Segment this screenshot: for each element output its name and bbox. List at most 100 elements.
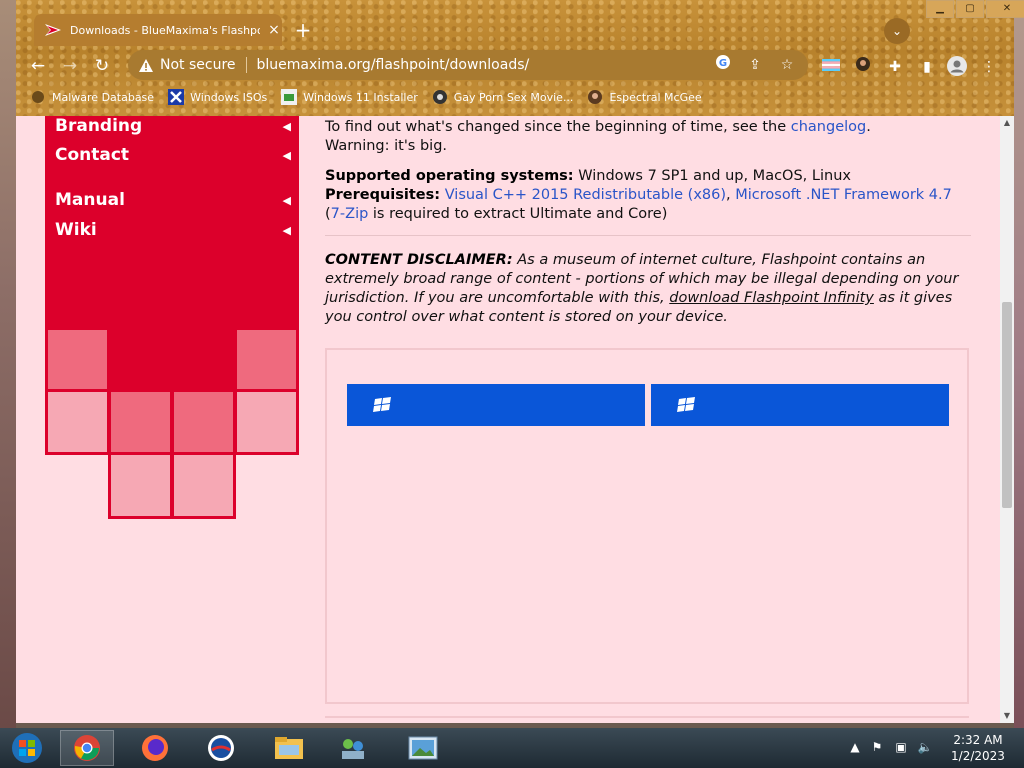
sidebar-item-contact[interactable]: Contact ◀ <box>55 142 291 168</box>
bookmark-espectral-mcgee[interactable]: Espectral McGee <box>587 89 702 105</box>
back-arrow-icon[interactable]: ← <box>26 54 50 78</box>
page-scrollbar[interactable]: ▲ ▼ <box>1000 116 1014 723</box>
forward-arrow-icon[interactable]: → <box>58 54 82 78</box>
scroll-down-icon[interactable]: ▼ <box>1000 709 1014 723</box>
avatar-icon <box>587 89 603 105</box>
logo-mosaic-tile <box>234 389 299 455</box>
supported-os-value: Windows 7 SP1 and up, MacOS, Linux <box>573 168 851 184</box>
new-tab-icon[interactable]: + <box>292 20 314 42</box>
disclaimer-label: CONTENT DISCLAIMER: <box>325 252 513 268</box>
network-icon[interactable]: ▣ <box>892 738 910 756</box>
logo-mosaic-tile <box>171 452 236 519</box>
flashpoint-favicon-icon <box>44 21 62 39</box>
bookmark-malware-database[interactable]: Malware Database <box>30 89 154 105</box>
taskbar-network-app[interactable] <box>326 730 380 766</box>
kebab-menu-icon[interactable]: ⋮ <box>978 56 1000 78</box>
installer-icon <box>281 89 298 105</box>
globe-app-icon <box>208 735 234 761</box>
logo-mosaic-tile <box>234 327 299 392</box>
chevron-left-icon: ◀ <box>282 193 291 207</box>
flashpoint-infinity-link[interactable]: download Flashpoint Infinity <box>669 290 874 306</box>
sidebar-item-label: Branding <box>55 116 143 136</box>
sidebar-item-manual[interactable]: Manual ◀ <box>55 187 291 213</box>
vcredist-link[interactable]: Visual C++ 2015 Redistributable (x86) <box>445 187 726 203</box>
taskbar-app-circle[interactable] <box>194 730 248 766</box>
address-bar[interactable]: Not secure bluemaxima.org/flashpoint/dow… <box>128 50 808 80</box>
changelog-text: To find out what's changed since the beg… <box>325 119 791 135</box>
tab-search-icon[interactable]: ⌄ <box>884 18 910 44</box>
profile-avatar-icon[interactable] <box>946 56 968 78</box>
download-windows-button-2[interactable] <box>651 384 949 426</box>
taskbar-clock[interactable]: 2:32 AM 1/2/2023 <box>942 732 1014 764</box>
supported-os-label: Supported operating systems: <box>325 168 574 184</box>
prerequisites-label: Prerequisites: <box>325 187 441 203</box>
film-icon <box>432 89 448 105</box>
page-viewport: Branding ◀ Contact ◀ Manual ◀ Wiki ◀ To … <box>16 116 1000 723</box>
maximize-button[interactable]: ▢ <box>956 0 984 18</box>
url-text[interactable]: bluemaxima.org/flashpoint/downloads/ <box>257 57 712 73</box>
browser-chrome: Downloads - BlueMaxima's Flashpoint × + … <box>16 0 1024 116</box>
bookmark-star-icon[interactable]: ☆ <box>776 54 798 76</box>
changelog-paragraph: To find out what's changed since the beg… <box>325 118 971 156</box>
desktop-background-right <box>1014 0 1024 728</box>
tab-close-icon[interactable]: × <box>266 22 282 38</box>
share-icon[interactable]: ⇪ <box>744 54 766 76</box>
7zip-link[interactable]: 7-Zip <box>331 206 369 222</box>
sidebar-item-label: Manual <box>55 190 125 210</box>
network-people-icon <box>342 739 364 759</box>
desktop-background-left <box>0 0 16 728</box>
svg-text:G: G <box>719 58 727 69</box>
chrome-icon <box>74 735 100 761</box>
window-controls: ▁ ▢ ✕ <box>924 0 1024 18</box>
bookmark-windows-11-installer[interactable]: Windows 11 Installer <box>281 89 418 105</box>
scrollbar-thumb[interactable] <box>1002 302 1012 508</box>
minimize-button[interactable]: ▁ <box>926 0 954 18</box>
taskbar-firefox[interactable] <box>128 730 182 766</box>
logo-mosaic-tile <box>45 389 110 455</box>
action-center-flag-icon[interactable]: ⚑ <box>868 738 886 756</box>
start-orb-icon <box>12 733 42 763</box>
bookmark-label: Windows ISOs <box>190 90 268 104</box>
section-divider <box>325 235 971 236</box>
warning-triangle-icon[interactable] <box>138 57 154 73</box>
main-content: To find out what's changed since the beg… <box>325 116 971 327</box>
download-windows-button-1[interactable] <box>347 384 645 426</box>
bookmark-label: Windows 11 Installer <box>303 90 418 104</box>
tab-title: Downloads - BlueMaxima's Flashpoint <box>70 23 260 37</box>
start-button[interactable] <box>0 730 54 766</box>
windows-logo-icon <box>677 397 695 412</box>
close-window-button[interactable]: ✕ <box>986 0 1024 18</box>
browser-tab[interactable]: Downloads - BlueMaxima's Flashpoint × <box>34 14 282 46</box>
reload-icon[interactable]: ↻ <box>90 54 114 78</box>
navigation-bar: ← → ↻ Not secure bluemaxima.org/flashpoi… <box>16 48 1014 82</box>
logo-mosaic-tile <box>171 389 236 455</box>
extensions-puzzle-icon[interactable]: ✚ <box>884 56 906 78</box>
security-label[interactable]: Not secure <box>160 57 236 73</box>
taskbar-file-explorer[interactable] <box>262 730 316 766</box>
sidebar-item-branding[interactable]: Branding ◀ <box>55 116 291 139</box>
scroll-up-icon[interactable]: ▲ <box>1000 116 1014 130</box>
side-panel-icon[interactable]: ▮ <box>916 56 938 78</box>
taskbar-image-viewer[interactable] <box>396 730 450 766</box>
bookmark-label: Malware Database <box>52 90 155 104</box>
extension-flag-icon[interactable] <box>820 56 842 78</box>
extension-avatar-icon[interactable] <box>852 56 874 78</box>
tray-chevron-icon[interactable]: ▲ <box>846 738 864 756</box>
logo-mosaic-tile <box>45 327 110 392</box>
panel-bottom-divider <box>325 716 969 718</box>
bookmark-windows-isos[interactable]: Windows ISOs <box>168 89 267 105</box>
changelog-link[interactable]: changelog <box>791 119 866 135</box>
sidebar-item-wiki[interactable]: Wiki ◀ <box>55 217 291 243</box>
firefox-icon <box>142 735 168 761</box>
bookmark-label: Gay Porn Sex Movie... <box>453 90 574 104</box>
sidebar-item-label: Contact <box>55 145 130 165</box>
volume-icon[interactable]: 🔈 <box>916 738 934 756</box>
chevron-left-icon: ◀ <box>282 223 291 237</box>
prereq-separator: , <box>726 187 736 203</box>
chevron-left-icon: ◀ <box>282 148 291 162</box>
dotnet-link[interactable]: Microsoft .NET Framework 4.7 <box>735 187 952 203</box>
bookmark-movie[interactable]: Gay Porn Sex Movie... <box>432 89 574 105</box>
google-lens-icon[interactable]: G <box>712 54 734 76</box>
taskbar-chrome[interactable] <box>60 730 114 766</box>
windows-logo-icon <box>373 397 391 412</box>
